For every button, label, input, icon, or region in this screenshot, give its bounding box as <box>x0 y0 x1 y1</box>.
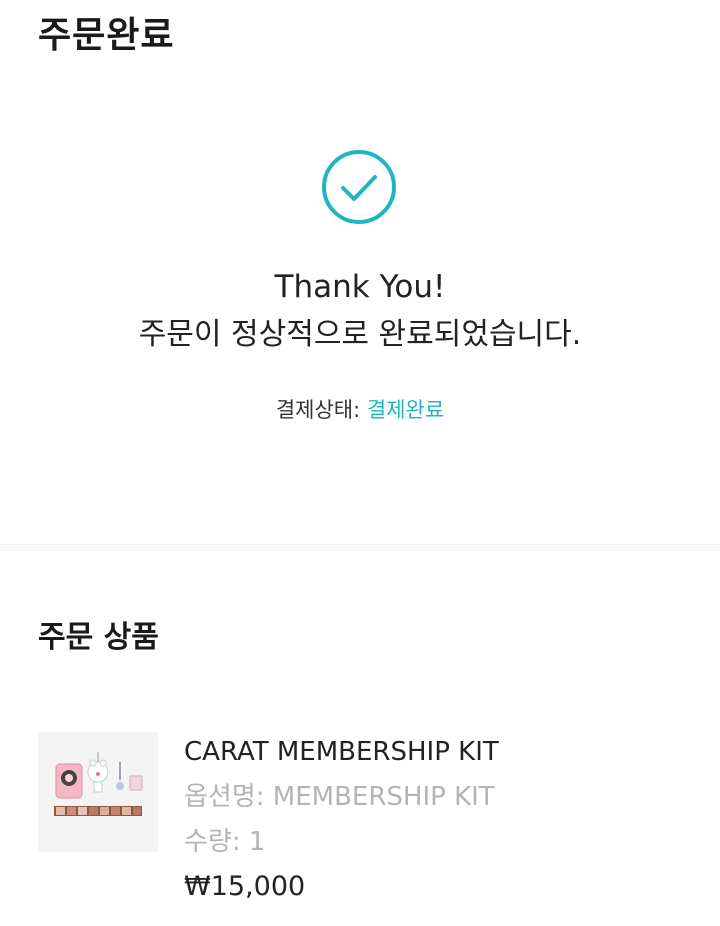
product-image <box>38 732 158 852</box>
check-circle-icon <box>322 150 396 224</box>
section-divider <box>0 544 720 551</box>
product-name[interactable]: CARAT MEMBERSHIP KIT <box>184 734 499 770</box>
payment-status-label: 결제상태: <box>275 398 367 422</box>
product-price: ₩15,000 <box>184 871 306 902</box>
payment-status-value: 결제완료 <box>366 398 445 422</box>
product-thumbnail[interactable] <box>38 732 158 852</box>
product-option: 옵션명: MEMBERSHIP KIT <box>184 782 495 812</box>
order-complete-message: 주문이 정상적으로 완료되었습니다. <box>138 317 582 352</box>
payment-status: 결제상태: 결제완료 <box>0 394 720 426</box>
page-title: 주문완료 <box>38 15 175 56</box>
order-products-title: 주문 상품 <box>38 620 159 655</box>
thank-you-heading: Thank You! <box>274 269 446 305</box>
product-quantity: 수량: 1 <box>184 827 266 857</box>
